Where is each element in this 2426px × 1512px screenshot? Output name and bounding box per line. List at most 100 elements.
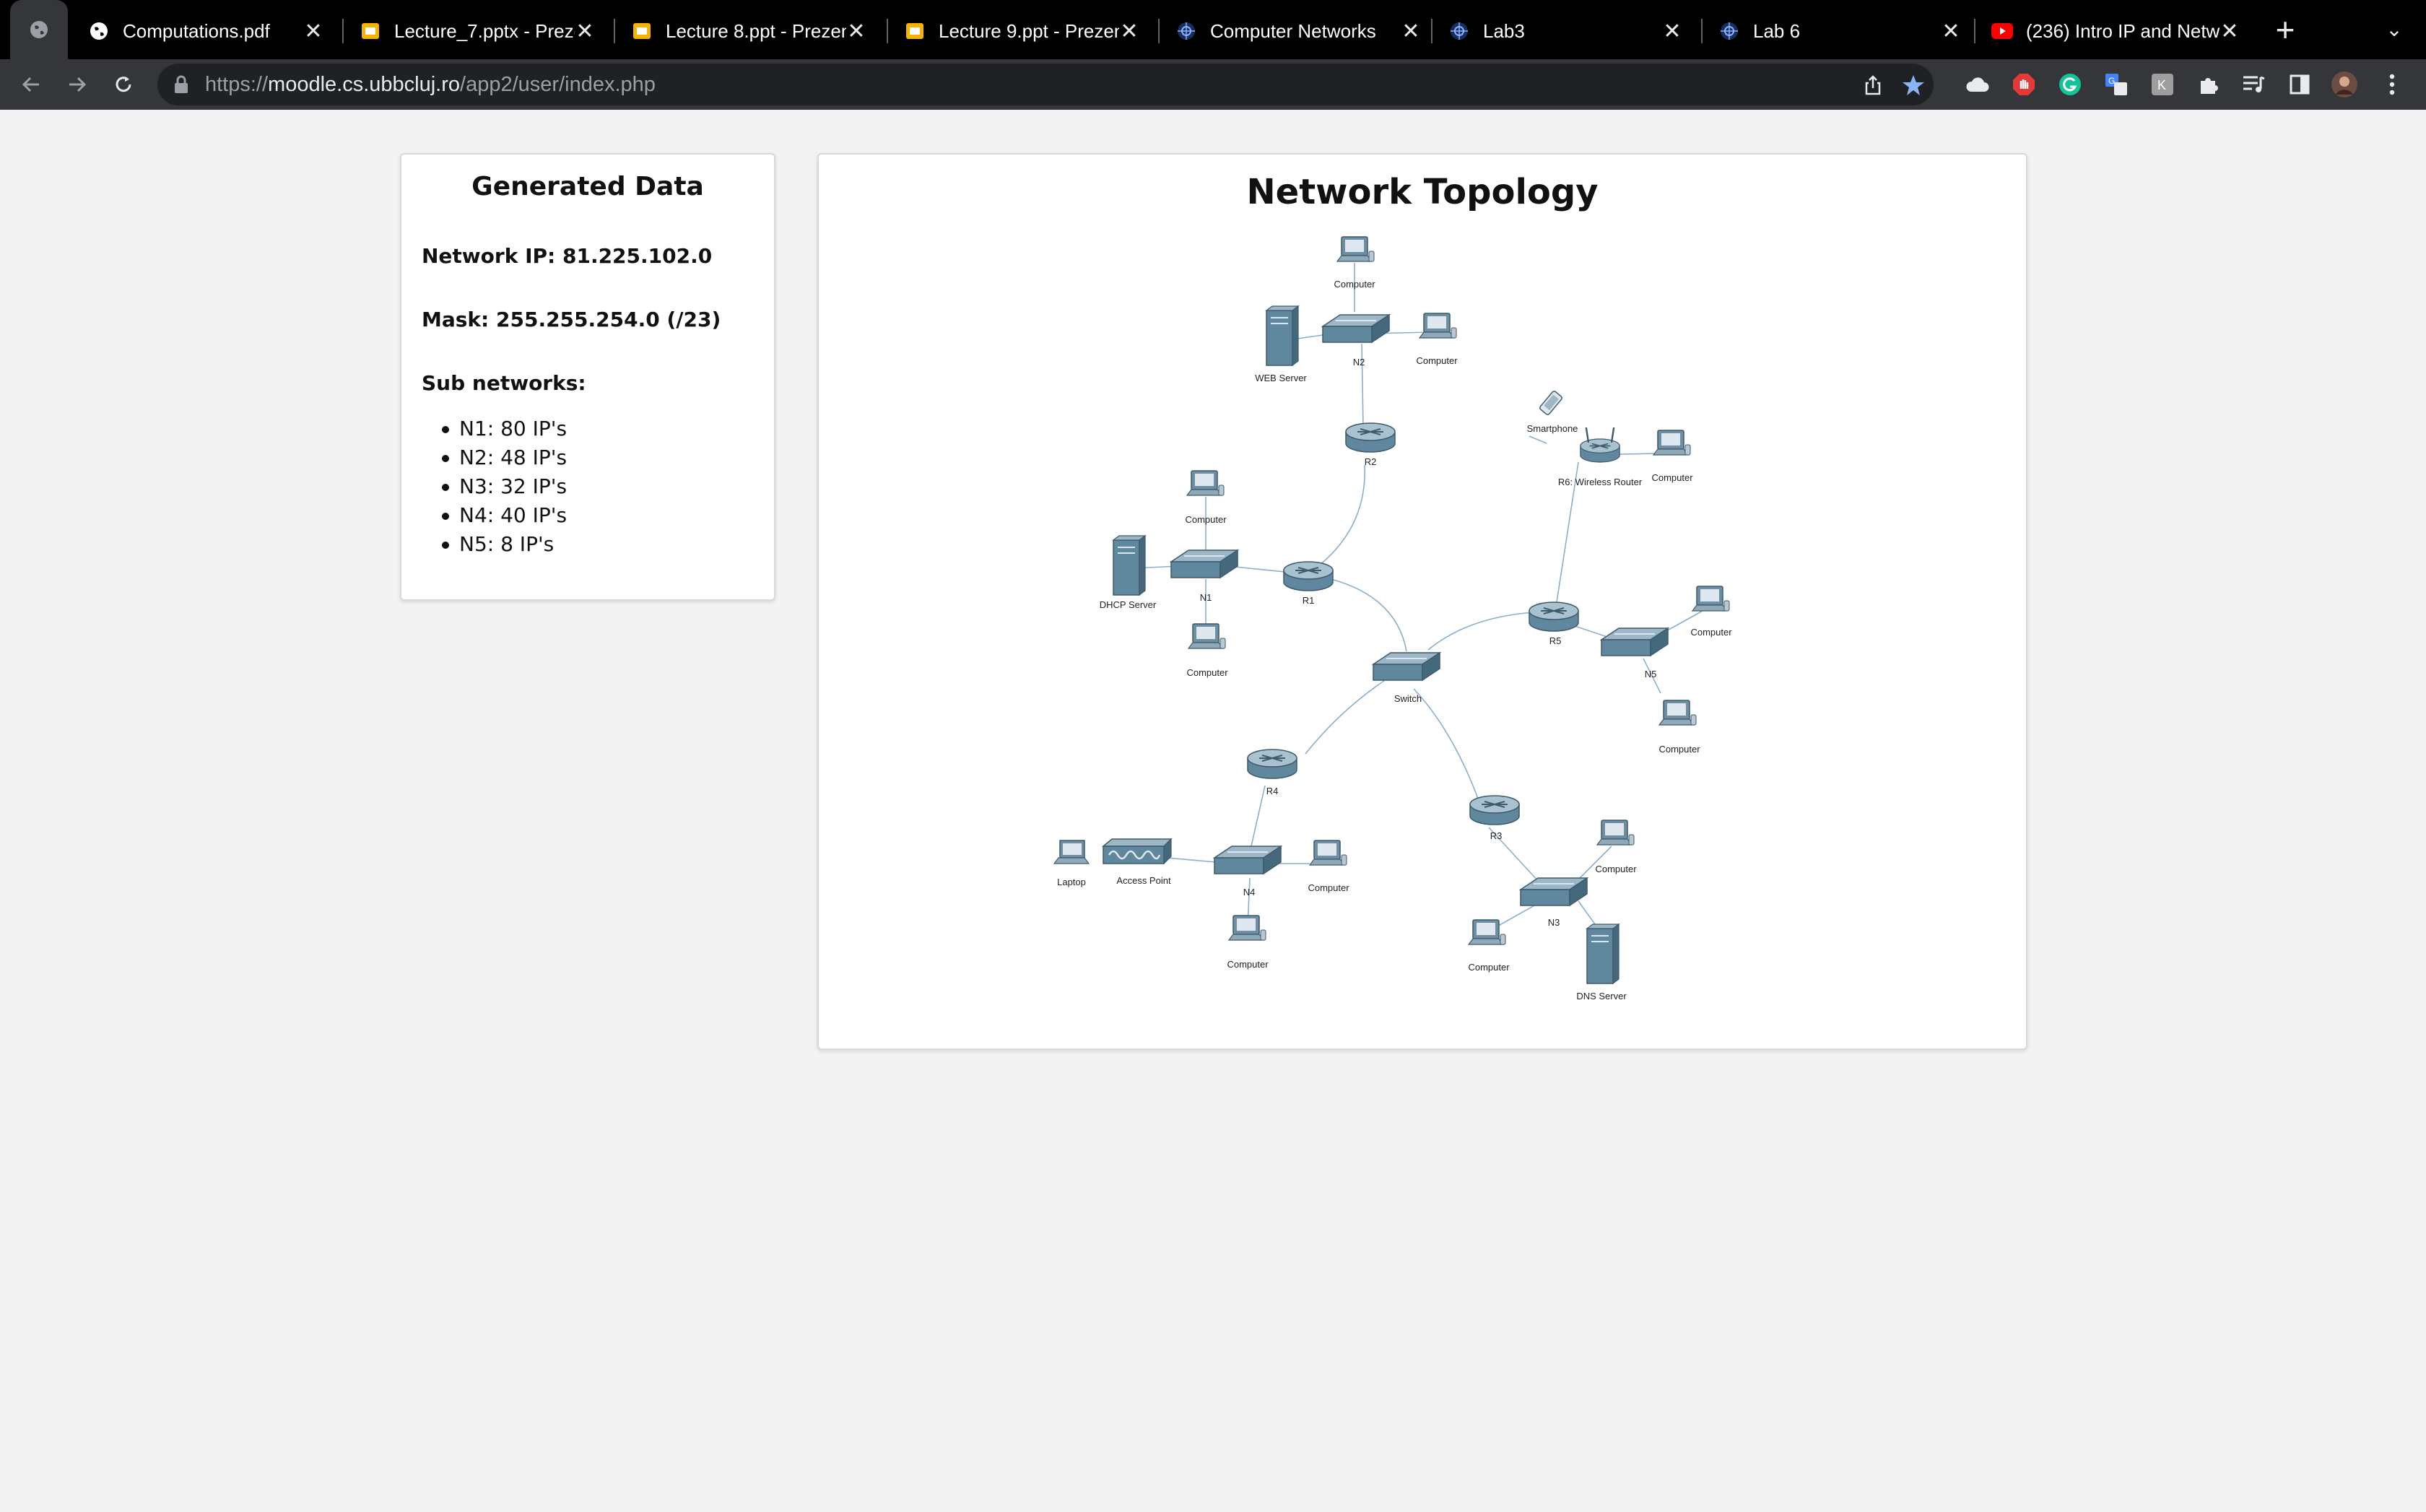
tab-lab6[interactable]: Lab 6 ✕ [1703,4,1971,58]
svg-text:K: K [2157,78,2166,92]
device-label: N1 [1200,592,1212,603]
tab-title: (236) Intro IP and Networks [2026,19,2220,42]
device-label: Computer [1468,962,1510,973]
tab-strip: Computations.pdf ✕ Lecture_7.pptx - Prez… [0,0,2426,59]
generated-data-card: Generated Data Network IP: 81.225.102.0 … [400,153,775,601]
reading-list-icon[interactable] [2240,71,2267,98]
close-icon[interactable]: ✕ [1401,19,1421,44]
network-topology-card: Network Topology Computer WEB Server N2 … [817,153,2027,1050]
slides-icon [631,20,653,42]
forward-button[interactable] [59,66,95,103]
device-label: N5 [1645,669,1657,679]
device-label: Computer [1185,514,1227,525]
slides-icon [360,20,381,42]
computer-icon [1596,820,1635,846]
side-panel-icon[interactable] [2286,71,2313,98]
device-label: Computer [1690,627,1732,638]
computer-icon [1653,430,1691,456]
router-icon [1283,561,1334,591]
tab-pinned[interactable] [10,0,68,59]
device-label: Access Point [1116,875,1171,886]
globe-icon [88,20,110,42]
tab-title: Lab3 [1483,19,1525,42]
switch-icon [1214,846,1282,874]
network-mask: Mask: 255.255.254.0 (/23) [422,308,721,331]
tab-title: Lecture_7.pptx - Prezentări Google [394,19,575,42]
device-label: R5 [1549,635,1562,646]
new-tab-button[interactable]: + [2267,12,2303,48]
device-label: Switch [1394,693,1422,704]
close-icon[interactable]: ✕ [846,19,866,44]
moodle-icon [1718,20,1740,42]
network-topology-diagram: Computer WEB Server N2 Computer R2 Smart… [1053,236,1732,1002]
tab-lecture-8[interactable]: Lecture 8.ppt - Prezentări Google ✕ [615,4,877,58]
computer-icon [1309,840,1347,866]
tab-youtube[interactable]: (236) Intro IP and Networks ✕ [1975,4,2250,58]
translate-icon[interactable]: G [2103,71,2130,98]
svg-text:G: G [2108,76,2115,86]
computer-icon [1336,236,1375,262]
url-scheme: https:// [205,73,269,96]
close-icon[interactable]: ✕ [575,19,595,44]
switch-icon [1601,627,1669,656]
device-label: R2 [1365,456,1377,467]
server-icon [1266,305,1299,366]
tab-lecture-7[interactable]: Lecture_7.pptx - Prezentări Google ✕ [344,4,605,58]
puzzle-icon[interactable] [2195,71,2222,98]
tab-lecture-9[interactable]: Lecture 9.ppt - Prezentări Google ✕ [888,4,1149,58]
extension-k-icon[interactable]: K [2149,71,2176,98]
list-item: N1: 80 IP's [442,414,568,443]
access-point-icon [1101,838,1173,865]
close-icon[interactable]: ✕ [1119,19,1139,44]
list-item: N5: 8 IP's [442,530,567,559]
grammarly-icon[interactable] [2056,71,2084,98]
menu-dots-icon[interactable] [2378,71,2406,98]
reload-button[interactable] [105,66,142,103]
device-label: R3 [1490,830,1503,841]
subnets-list: N1: 80 IP's N2: 48 IP's N3: 32 IP's N4: … [442,414,568,559]
tab-lab3[interactable]: Lab3 ✕ [1432,4,1692,58]
tab-title: Computer Networks [1210,19,1376,42]
tab-title: Lecture 8.ppt - Prezentări Google [666,19,846,42]
subnet-label: N1: 80 IP's [459,417,568,440]
avatar[interactable] [2331,71,2358,98]
smartphone-icon [1539,391,1562,415]
share-icon[interactable] [1858,71,1887,100]
browser-toolbar: https://moodle.cs.ubbcluj.ro/app2/user/i… [0,59,2426,110]
subnet-label: N2: 48 IP's [459,446,568,469]
close-icon[interactable]: ✕ [303,19,323,44]
back-button[interactable] [13,66,49,103]
url-path: /app2/user/index.php [460,73,656,96]
router-icon [1345,422,1396,453]
computer-icon [1658,700,1697,726]
list-item: N4: 40 IP's [442,501,567,530]
arrow-right-icon [69,77,87,92]
address-bar[interactable]: https://moodle.cs.ubbcluj.ro/app2/user/i… [157,64,1934,105]
subnet-label: N5: 8 IP's [459,532,555,556]
router-icon [1469,795,1520,825]
close-icon[interactable]: ✕ [1662,19,1682,44]
device-label: Computer [1334,279,1375,290]
device-label: Computer [1595,864,1637,874]
tab-title: Computations.pdf [123,19,270,42]
tab-computations[interactable]: Computations.pdf ✕ [72,4,334,58]
url-host: moodle.cs.ubbcluj.ro [268,73,461,96]
router-icon [1529,601,1579,632]
cloud-extension-icon[interactable] [1964,71,1991,98]
close-icon[interactable]: ✕ [1941,19,1961,44]
router-icon [1247,749,1297,779]
switch-icon [1373,652,1440,681]
tab-computer-networks[interactable]: Computer Networks ✕ [1160,4,1431,58]
list-item: N2: 48 IP's [442,443,568,472]
device-label: Laptop [1057,877,1086,887]
device-label: Computer [1227,959,1269,970]
generated-data-title: Generated Data [471,172,704,201]
close-icon[interactable]: ✕ [2220,19,2240,44]
tab-search-button[interactable]: ⌄ [2380,12,2409,48]
computer-icon [1186,470,1225,496]
bookmark-star-icon[interactable] [1899,71,1928,100]
computer-icon [1228,915,1266,941]
lock-icon [175,75,188,93]
switch-icon [1170,549,1238,578]
adblock-icon[interactable] [2010,71,2038,98]
